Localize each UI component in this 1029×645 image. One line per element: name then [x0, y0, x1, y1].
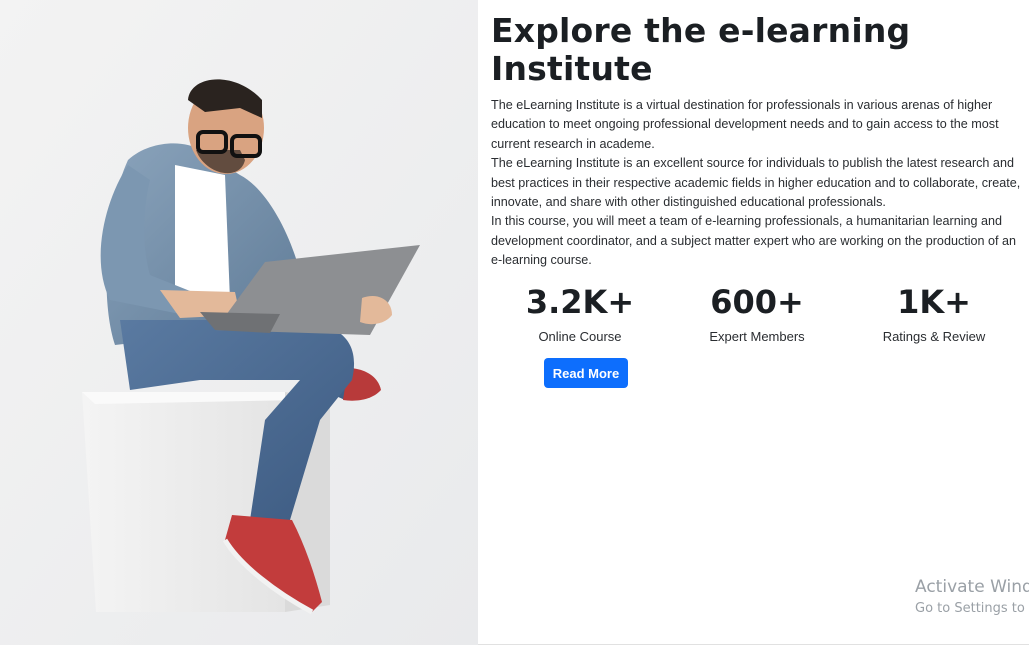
stat-value: 600+	[710, 283, 804, 321]
watermark-line-1: Activate Windows	[915, 577, 1029, 597]
description-paragraph-3: In this course, you will meet a team of …	[491, 214, 1017, 268]
hero-photo	[0, 0, 478, 645]
intro-section: Explore the e-learning Institute The eLe…	[491, 12, 1026, 271]
title-line-2: Institute	[491, 49, 653, 88]
stat-expert-members: 600+ Expert Members	[668, 283, 846, 345]
stat-ratings-review: 1K+ Ratings & Review	[845, 283, 1023, 345]
description-paragraph-2: The eLearning Institute is an excellent …	[491, 156, 1021, 210]
stat-label: Online Course	[538, 329, 622, 344]
stat-online-course: 3.2K+ Online Course	[491, 283, 669, 345]
stat-value: 1K+	[897, 283, 971, 321]
title-line-1: Explore the e-learning	[491, 11, 911, 50]
stats-row: 3.2K+ Online Course 600+ Expert Members …	[491, 283, 1026, 353]
stat-label: Ratings & Review	[882, 329, 986, 344]
stat-label: Expert Members	[709, 329, 805, 344]
watermark-line-2: Go to Settings to activate Windows.	[915, 601, 1029, 616]
activate-windows-watermark: Activate Windows Go to Settings to activ…	[915, 577, 1029, 619]
description-paragraph-1: The eLearning Institute is a virtual des…	[491, 98, 999, 151]
description: The eLearning Institute is a virtual des…	[491, 96, 1026, 271]
read-more-button[interactable]: Read More	[544, 358, 628, 388]
page-title: Explore the e-learning Institute	[491, 12, 1026, 88]
stat-value: 3.2K+	[525, 283, 635, 321]
